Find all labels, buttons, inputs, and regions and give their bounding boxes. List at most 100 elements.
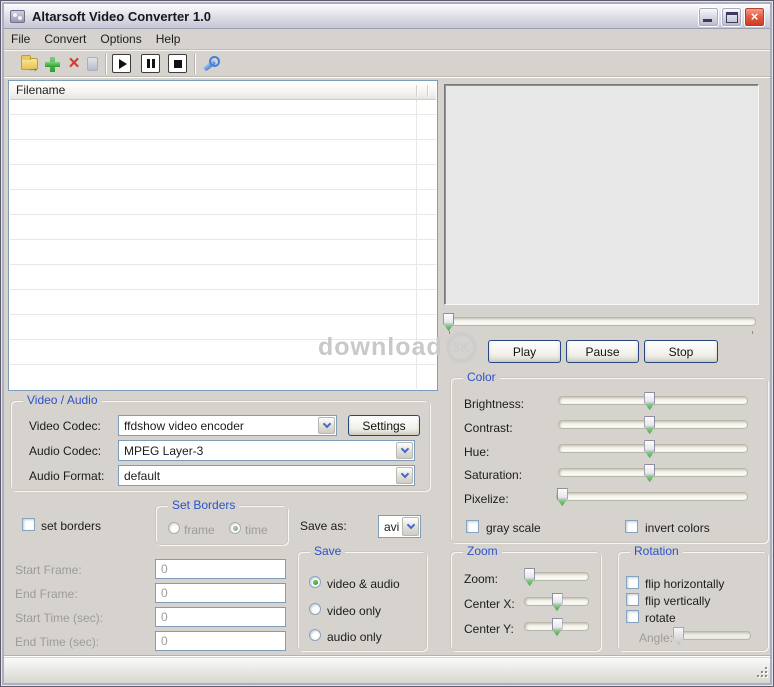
slider-thumb[interactable] [644, 416, 655, 434]
toolbar-separator [105, 54, 106, 74]
dropdown-button[interactable] [402, 517, 419, 536]
open-file-button[interactable]: → [18, 54, 40, 74]
slider-thumb[interactable] [443, 313, 454, 331]
column-filename[interactable]: Filename [16, 83, 65, 97]
audio-only-option-label: audio only [327, 630, 382, 644]
audio-format-label: Audio Format: [29, 469, 104, 483]
slider-thumb[interactable] [644, 392, 655, 410]
resize-grip[interactable] [754, 667, 767, 680]
set-borders-checkbox[interactable] [22, 518, 35, 531]
video-codec-label: Video Codec: [29, 419, 101, 433]
start-time-field [155, 607, 286, 627]
remove-file-button[interactable]: × [65, 54, 83, 74]
menu-help[interactable]: Help [149, 30, 188, 48]
slider-thumb[interactable] [644, 464, 655, 482]
toolbar-settings-button[interactable] [201, 54, 221, 74]
slider-thumb[interactable] [557, 488, 568, 506]
slider-thumb[interactable] [552, 618, 563, 636]
video-codec-value: ffdshow video encoder [124, 419, 244, 433]
settings-button[interactable]: Settings [348, 415, 420, 436]
zoom-group: Zoom Zoom: Center X: Center Y: [450, 551, 601, 651]
clear-list-button[interactable] [85, 54, 100, 74]
menu-convert[interactable]: Convert [37, 30, 93, 48]
video-codec-select[interactable]: ffdshow video encoder [118, 415, 337, 436]
angle-label: Angle: [639, 631, 673, 645]
saturation-slider[interactable] [558, 465, 748, 481]
toolbar-pause-button[interactable] [141, 54, 160, 73]
maximize-button[interactable] [721, 7, 742, 27]
slider-track[interactable] [556, 492, 748, 501]
slider-thumb[interactable] [524, 568, 535, 586]
pause-button[interactable]: Pause [566, 340, 639, 363]
rotate-checkbox[interactable] [626, 610, 639, 623]
stop-icon [174, 60, 182, 68]
stop-button[interactable]: Stop [644, 340, 718, 363]
hue-slider[interactable] [558, 441, 748, 457]
menu-options[interactable]: Options [93, 30, 148, 48]
flip-horizontally-checkbox[interactable] [626, 576, 639, 589]
dropdown-button[interactable] [396, 467, 413, 484]
column-separator [427, 85, 428, 97]
menu-bar: File Convert Options Help [4, 29, 770, 50]
invert-colors-label: invert colors [645, 521, 710, 535]
pixelize-slider[interactable] [556, 489, 748, 505]
time-radio [229, 522, 241, 534]
center-x-slider[interactable] [524, 594, 589, 610]
toolbar-play-button[interactable] [112, 54, 131, 73]
video-audio-radio[interactable] [309, 576, 321, 588]
list-header[interactable]: Filename [10, 82, 436, 100]
list-body[interactable] [10, 100, 436, 389]
flip-vertically-checkbox[interactable] [626, 593, 639, 606]
slider-track[interactable] [445, 317, 756, 326]
chevron-down-icon [322, 420, 330, 428]
title-bar[interactable]: Altarsoft Video Converter 1.0 × [4, 4, 770, 29]
add-file-button[interactable] [44, 54, 61, 74]
set-borders-group: Set Borders frame time [155, 505, 288, 545]
gray-scale-checkbox[interactable] [466, 520, 479, 533]
center-x-label: Center X: [464, 597, 515, 611]
angle-slider [675, 628, 751, 644]
play-button[interactable]: Play [488, 340, 561, 363]
slider-thumb [673, 627, 684, 645]
toolbar-stop-button[interactable] [168, 54, 187, 73]
file-list[interactable]: Filename [8, 80, 438, 391]
close-button[interactable]: × [744, 7, 765, 27]
video-only-radio[interactable] [309, 603, 321, 615]
audio-codec-select[interactable]: MPEG Layer-3 [118, 440, 415, 461]
rotation-group-caption: Rotation [630, 544, 683, 558]
end-time-label: End Time (sec): [15, 635, 99, 649]
dropdown-button[interactable] [396, 442, 413, 459]
flip-vertically-label: flip vertically [645, 594, 710, 608]
audio-format-select[interactable]: default [118, 465, 415, 486]
video-preview [444, 84, 759, 305]
column-gridline [416, 100, 417, 389]
minimize-button[interactable] [698, 7, 719, 27]
app-icon [10, 10, 25, 23]
maximize-icon [726, 12, 738, 23]
menu-file[interactable]: File [4, 30, 37, 48]
invert-colors-checkbox[interactable] [625, 520, 638, 533]
toolbar: → × [4, 51, 770, 77]
set-borders-label: set borders [41, 519, 101, 533]
app-window: Altarsoft Video Converter 1.0 × File Con… [0, 0, 774, 687]
zoom-slider[interactable] [524, 569, 589, 585]
center-y-slider[interactable] [524, 619, 589, 635]
start-frame-field [155, 559, 286, 579]
audio-only-radio[interactable] [309, 629, 321, 641]
dropdown-button[interactable] [318, 417, 335, 434]
remove-icon: × [68, 56, 79, 72]
start-frame-label: Start Frame: [15, 563, 82, 577]
slider-track [675, 631, 751, 640]
slider-thumb[interactable] [644, 440, 655, 458]
video-audio-option-label: video & audio [327, 577, 400, 591]
slider-thumb[interactable] [552, 593, 563, 611]
brightness-slider[interactable] [558, 393, 748, 409]
divider [4, 655, 770, 657]
save-as-select[interactable]: avi [378, 515, 421, 538]
open-folder-icon: → [21, 58, 38, 70]
start-time-label: Start Time (sec): [15, 611, 103, 625]
color-group: Color Brightness: Contrast: Hue: Saturat… [450, 377, 768, 543]
contrast-slider[interactable] [558, 417, 748, 433]
end-frame-label: End Frame: [15, 587, 78, 601]
position-slider[interactable] [445, 314, 756, 330]
